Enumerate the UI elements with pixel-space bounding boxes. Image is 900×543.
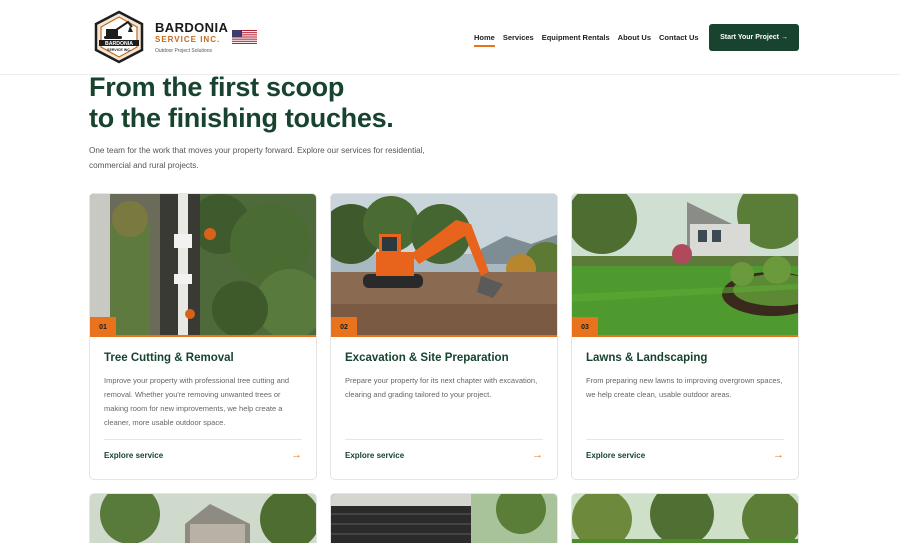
brand-subtitle: SERVICE INC. [155,35,221,44]
explore-service-link[interactable]: Explore service [586,451,645,460]
excavation-image [331,194,557,337]
service-card-tree-cutting[interactable]: 01 Tree Cutting & Removal Improve your p… [89,193,317,480]
card-title: Excavation & Site Preparation [345,352,509,364]
card-description: Prepare your property for its next chapt… [345,376,538,399]
card-title: Tree Cutting & Removal [104,352,234,364]
svg-text:BARDONIA: BARDONIA [105,41,133,47]
card-divider [345,439,543,440]
tree-cutting-image [90,194,316,337]
arrow-right-icon[interactable]: → [773,449,784,461]
main-nav: Home Services Equipment Rentals About Us… [474,33,699,47]
nav-item-services[interactable]: Services [503,33,534,47]
service-card-excavation[interactable]: 02 Excavation & Site Preparation Prepare… [330,193,558,480]
start-project-label: Start Your Project [720,34,779,41]
brand-name: BARDONIA [155,20,229,35]
hero-heading-line2: to the finishing touches. [89,103,394,133]
card-title: Lawns & Landscaping [586,352,708,364]
service-card-partial[interactable] [89,493,317,543]
card-description: Improve your property with professional … [104,376,290,427]
nav-item-equipment-rentals[interactable]: Equipment Rentals [542,33,610,47]
card-number-badge: 01 [90,317,116,337]
company-logo[interactable]: BARDONIA SERVICE INC. [92,10,146,64]
card-divider [104,439,302,440]
landscaping-image [572,194,798,337]
card-number-badge: 03 [572,317,598,337]
hero-description: One team for the work that moves your pr… [89,146,425,170]
service-card-partial[interactable] [571,493,799,543]
explore-service-link[interactable]: Explore service [104,451,163,460]
brand-tagline: Outdoor Project Solutions [155,48,212,54]
card-number-badge: 02 [331,317,357,337]
hero-heading-line1: From the first scoop [89,72,345,102]
service-card-partial[interactable] [330,493,558,543]
svg-text:SERVICE INC.: SERVICE INC. [107,48,131,52]
us-flag-icon[interactable] [232,30,257,44]
nav-item-about-us[interactable]: About Us [618,33,651,47]
explore-service-link[interactable]: Explore service [345,451,404,460]
arrow-right-icon[interactable]: → [291,449,302,461]
card-description: From preparing new lawns to improving ov… [586,376,783,399]
nav-item-home[interactable]: Home [474,33,495,47]
site-header: BARDONIA SERVICE INC. BARDONIA SERVICE I… [0,0,900,75]
start-project-button[interactable]: Start Your Project → [709,24,799,51]
arrow-right-icon: → [780,34,788,41]
nav-item-contact-us[interactable]: Contact Us [659,33,699,47]
card-divider [586,439,784,440]
service-card-lawns[interactable]: 03 Lawns & Landscaping From preparing ne… [571,193,799,480]
arrow-right-icon[interactable]: → [532,449,543,461]
